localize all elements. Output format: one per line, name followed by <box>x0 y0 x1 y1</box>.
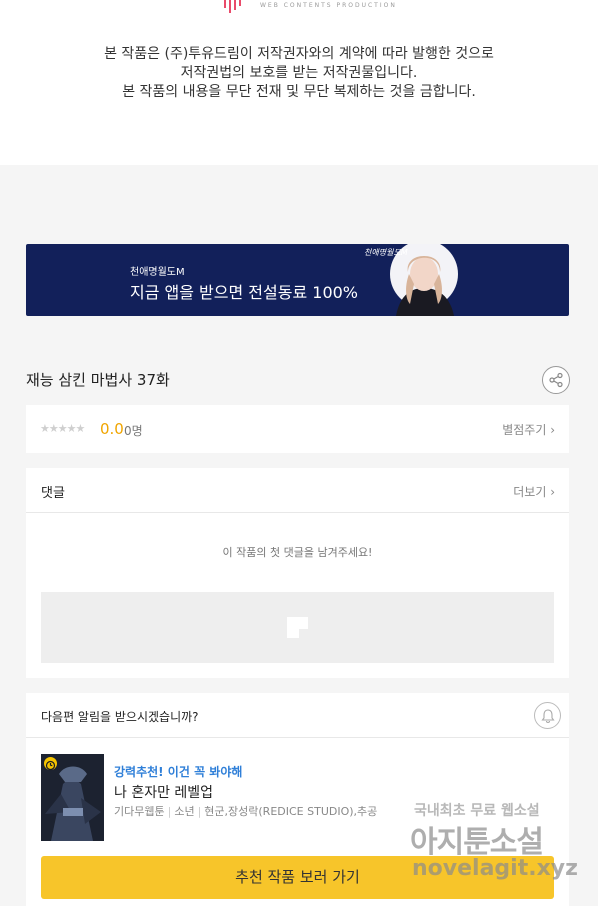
comment-input-box[interactable] <box>41 592 554 663</box>
ad-banner[interactable]: 천애명월도M 지금 앱을 받으면 전설동료 100% 천애명월도M <box>26 244 569 316</box>
rate-link[interactable]: 별점주기 › <box>502 421 555 438</box>
notify-bell-button[interactable] <box>534 702 561 729</box>
comments-empty-message: 이 작품의 첫 댓글을 남겨주세요! <box>222 546 373 559</box>
comments-more-link[interactable]: 더보기 › <box>513 483 555 500</box>
banner-brand-logo: 천애명월도M <box>364 248 408 257</box>
recommendation-genre: 기다무웹툰 <box>114 805 165 818</box>
wait-free-clock-icon <box>44 757 57 771</box>
banner-game-name: 천애명월도M <box>130 267 185 278</box>
recommendation-authors: 현군,장성락(REDICE STUDIO),추공 <box>204 805 378 818</box>
recommendation-audience: 소년 <box>174 805 195 818</box>
copyright-notice: 본 작품은 (주)투유드림이 저작권자와의 계약에 따라 발행한 것으로 저작권… <box>0 45 598 102</box>
recommendation-tag: 강력추천! 이건 꼭 봐야해 <box>114 765 243 779</box>
copyright-line-2: 저작권법의 보호를 받는 저작권물입니다. <box>180 65 418 81</box>
recommendation-meta: 기다무웹툰 | 소년 | 현군,장성락(REDICE STUDIO),추공 <box>114 805 378 818</box>
rating-stars: ★★★★★ <box>40 422 85 435</box>
logo-mark-icon <box>224 0 241 13</box>
watermark-url: novelagit.xyz <box>412 856 578 881</box>
share-icon <box>549 372 563 388</box>
publisher-logo: WEB CONTENTS PRODUCTION <box>220 0 395 14</box>
copyright-section: WEB CONTENTS PRODUCTION 본 작품은 (주)투유드림이 저… <box>0 0 598 165</box>
comments-header: 댓글 더보기 › <box>26 468 569 513</box>
rating-value: 0.0 <box>100 420 124 438</box>
notify-question: 다음편 알림을 받으시겠습니까? <box>41 710 199 724</box>
copyright-line-3: 본 작품의 내용을 무단 전재 및 무단 복제하는 것을 금합니다. <box>122 84 476 100</box>
notify-header: 다음편 알림을 받으시겠습니까? <box>26 693 569 738</box>
comments-title: 댓글 <box>41 486 65 501</box>
comment-placeholder-icon <box>287 617 308 638</box>
episode-title: 재능 삼킨 마법사 37화 <box>26 371 170 389</box>
copyright-line-1: 본 작품은 (주)투유드림이 저작권자와의 계약에 따라 발행한 것으로 <box>104 46 494 62</box>
recommendation-title[interactable]: 나 혼자만 레벨업 <box>114 782 213 802</box>
site-watermark: 국내최초 무료 웹소설 아지툰소설 novelagit.xyz <box>410 800 580 890</box>
rating-count: 0명 <box>124 424 143 438</box>
share-button[interactable] <box>542 366 570 394</box>
watermark-name: 아지툰소설 <box>410 825 544 860</box>
logo-text: WEB CONTENTS PRODUCTION <box>260 2 397 9</box>
banner-headline: 지금 앱을 받으면 전설동료 100% <box>130 283 359 302</box>
rating-card: ★★★★★ 0.0 0명 별점주기 › <box>26 405 569 453</box>
comments-card: 댓글 더보기 › 이 작품의 첫 댓글을 남겨주세요! <box>26 468 569 678</box>
recommendation-thumbnail[interactable] <box>41 754 104 841</box>
bell-icon <box>540 708 555 723</box>
